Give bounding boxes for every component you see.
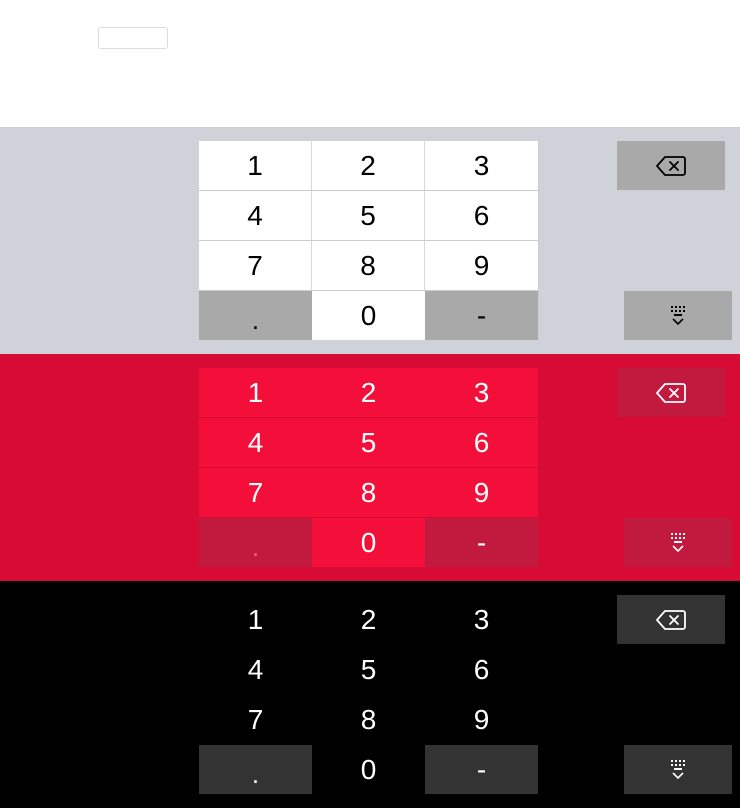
key-decimal[interactable]: . <box>199 745 312 794</box>
key-0[interactable]: 0 <box>312 518 425 567</box>
key-7[interactable]: 7 <box>199 695 312 744</box>
key-1[interactable]: 1 <box>199 595 312 644</box>
key-0[interactable]: 0 <box>312 291 425 340</box>
key-4[interactable]: 4 <box>199 645 312 694</box>
key-decimal-label: . <box>251 758 260 789</box>
key-8[interactable]: 8 <box>312 468 425 517</box>
key-8[interactable]: 8 <box>312 695 425 744</box>
dismiss-keyboard-button[interactable] <box>624 518 732 567</box>
backspace-button[interactable] <box>617 595 725 644</box>
numeric-keyboard-red: 1 2 3 4 5 6 7 8 9 . 0 - <box>0 354 740 581</box>
key-4[interactable]: 4 <box>199 418 312 467</box>
key-decimal[interactable]: . <box>199 291 312 340</box>
key-3[interactable]: 3 <box>425 141 538 190</box>
key-5[interactable]: 5 <box>312 645 425 694</box>
keyboard-dismiss-icon <box>671 305 685 325</box>
dismiss-keyboard-button[interactable] <box>624 291 732 340</box>
backspace-icon <box>656 155 686 176</box>
key-0[interactable]: 0 <box>312 745 425 794</box>
key-7[interactable]: 7 <box>199 468 312 517</box>
key-minus[interactable]: - <box>425 291 538 340</box>
key-7[interactable]: 7 <box>199 241 312 290</box>
key-8[interactable]: 8 <box>312 241 425 290</box>
key-9[interactable]: 9 <box>425 468 538 517</box>
key-5[interactable]: 5 <box>312 191 425 240</box>
key-3[interactable]: 3 <box>425 595 538 644</box>
key-minus[interactable]: - <box>425 518 538 567</box>
key-9[interactable]: 9 <box>425 695 538 744</box>
key-decimal-label: . <box>251 531 260 562</box>
numeric-keyboard-light: 1 2 3 4 5 6 7 8 9 . 0 - <box>0 127 740 354</box>
text-input[interactable] <box>98 27 168 49</box>
backspace-button[interactable] <box>617 368 725 417</box>
key-2[interactable]: 2 <box>312 141 425 190</box>
key-9[interactable]: 9 <box>425 241 538 290</box>
backspace-button[interactable] <box>617 141 725 190</box>
key-4[interactable]: 4 <box>199 191 312 240</box>
key-6[interactable]: 6 <box>425 645 538 694</box>
key-decimal-label: . <box>251 304 260 335</box>
keypad-grid: 1 2 3 4 5 6 7 8 9 . 0 - <box>199 595 539 794</box>
backspace-icon <box>656 609 686 630</box>
numeric-keyboard-dark: 1 2 3 4 5 6 7 8 9 . 0 - <box>0 581 740 808</box>
key-2[interactable]: 2 <box>312 368 425 417</box>
keyboard-dismiss-icon <box>671 759 685 779</box>
key-2[interactable]: 2 <box>312 595 425 644</box>
key-5[interactable]: 5 <box>312 418 425 467</box>
keypad-grid: 1 2 3 4 5 6 7 8 9 . 0 - <box>199 368 539 567</box>
key-3[interactable]: 3 <box>425 368 538 417</box>
key-1[interactable]: 1 <box>199 368 312 417</box>
key-minus[interactable]: - <box>425 745 538 794</box>
keyboard-dismiss-icon <box>671 532 685 552</box>
backspace-icon <box>656 382 686 403</box>
key-1[interactable]: 1 <box>199 141 312 190</box>
key-6[interactable]: 6 <box>425 418 538 467</box>
keypad-grid: 1 2 3 4 5 6 7 8 9 . 0 - <box>199 141 539 340</box>
key-6[interactable]: 6 <box>425 191 538 240</box>
dismiss-keyboard-button[interactable] <box>624 745 732 794</box>
key-decimal[interactable]: . <box>199 518 312 567</box>
